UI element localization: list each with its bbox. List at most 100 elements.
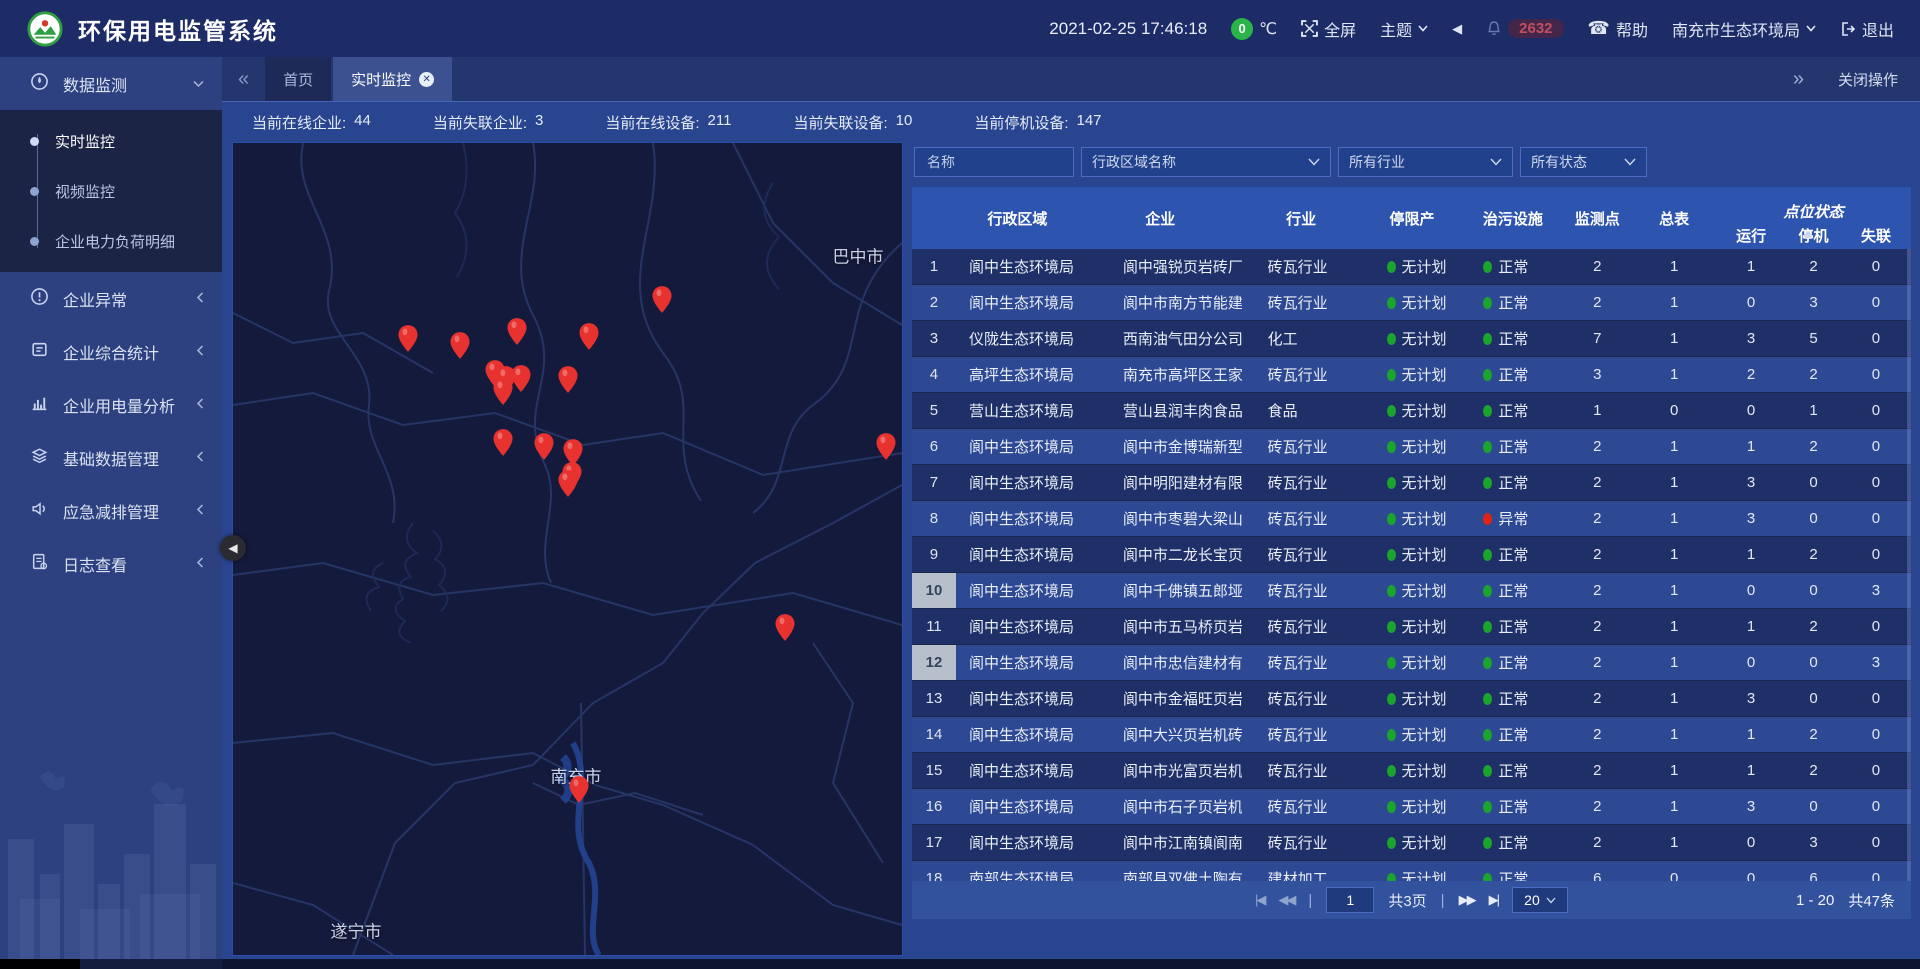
sidebar-subitem-0[interactable]: 实时监控 [0, 116, 222, 166]
map-marker-pin-icon[interactable] [493, 377, 514, 411]
scrollbar[interactable] [1907, 249, 1911, 881]
points-cell: 2 [1562, 285, 1632, 320]
industry-filter-select[interactable]: 所有行业 [1338, 147, 1513, 177]
sidebar-item-5[interactable]: 应急减排管理 [0, 484, 222, 537]
points-cell: 1 [1562, 393, 1632, 428]
map-marker-pin-icon[interactable] [534, 432, 555, 466]
sidebar-nav: 数据监测实时监控视频监控企业电力负荷明细企业异常企业综合统计企业用电量分析基础数… [0, 57, 222, 969]
sidebar-item-4[interactable]: 基础数据管理 [0, 431, 222, 484]
sidebar-item-label: 应急减排管理 [63, 499, 182, 523]
table-row[interactable]: 4高坪生态环境局南充市高坪区王家店建砖瓦行业无计划正常31220 [912, 357, 1911, 393]
stop-count-cell: 2 [1786, 429, 1841, 464]
points-cell: 2 [1562, 681, 1632, 716]
status-dot-icon [1387, 801, 1396, 813]
tabs-scroll-left-button[interactable]: « [222, 57, 265, 101]
status-dot-icon [1483, 693, 1492, 705]
map-marker-pin-icon[interactable] [493, 428, 514, 462]
table-row[interactable]: 6阆中生态环境局阆中市金博瑞新型墙材砖瓦行业无计划正常21120 [912, 429, 1911, 465]
name-search-input[interactable] [925, 153, 1063, 171]
last-page-button[interactable]: ▶| [1489, 892, 1498, 908]
table-row[interactable]: 13阆中生态环境局阆中市金福旺页岩机砖砖瓦行业无计划正常21300 [912, 681, 1911, 717]
table-row[interactable]: 1阆中生态环境局阆中强锐页岩砖厂砖瓦行业无计划正常21120 [912, 249, 1911, 285]
table-row[interactable]: 3仪陇生态环境局西南油气田分公司川中化工无计划正常71350 [912, 321, 1911, 357]
map-marker-pin-icon[interactable] [569, 775, 590, 809]
prev-page-button[interactable]: ◀◀ [1278, 892, 1294, 908]
notifications-widget[interactable]: 2632 [1486, 19, 1563, 38]
page-number-input[interactable]: 1 [1326, 887, 1374, 913]
sidebar-item-3[interactable]: 企业用电量分析 [0, 378, 222, 431]
lost-count-cell: 0 [1841, 861, 1911, 881]
plan-status-cell: 无计划 [1361, 753, 1464, 788]
sidebar-item-2[interactable]: 企业综合统计 [0, 325, 222, 378]
row-index-cell: 15 [912, 753, 956, 788]
tab-close-icon[interactable]: ✕ [419, 72, 434, 87]
table-row[interactable]: 16阆中生态环境局阆中市石子页岩机砖厂砖瓦行业无计划正常21300 [912, 789, 1911, 825]
map-collapse-button[interactable]: ◀ [220, 535, 246, 561]
table-row[interactable]: 12阆中生态环境局阆中市忠信建材有限公砖瓦行业无计划正常21003 [912, 645, 1911, 681]
table-row[interactable]: 15阆中生态环境局阆中市光富页岩机砖厂砖瓦行业无计划正常21120 [912, 753, 1911, 789]
table-row[interactable]: 14阆中生态环境局阆中大兴页岩机砖厂砖瓦行业无计划正常21120 [912, 717, 1911, 753]
industry-cell: 建材加工 [1242, 861, 1361, 881]
logout-button[interactable]: 退出 [1840, 17, 1894, 41]
table-row[interactable]: 10阆中生态环境局阆中千佛镇五郎垭页岩砖瓦行业无计划正常21003 [912, 573, 1911, 609]
table-row[interactable]: 8阆中生态环境局阆中市枣碧大梁山页岩砖瓦行业无计划异常21300 [912, 501, 1911, 537]
map-marker-pin-icon[interactable] [450, 331, 471, 365]
first-page-button[interactable]: |◀ [1255, 892, 1264, 908]
theme-dropdown[interactable]: 主题 [1380, 17, 1428, 41]
page-size-select[interactable]: 20 [1512, 887, 1568, 913]
map-marker-pin-icon[interactable] [876, 432, 897, 466]
company-cell: 西南油气田分公司川中 [1079, 321, 1242, 356]
map-panel[interactable]: 巴中市南充市遂宁市 ◀ [232, 142, 903, 956]
run-count-cell: 0 [1716, 825, 1786, 860]
sidebar-subitem-2[interactable]: 企业电力负荷明细 [0, 216, 222, 266]
industry-cell: 砖瓦行业 [1242, 609, 1361, 644]
map-marker-pin-icon[interactable] [507, 317, 528, 351]
region-filter-value: 行政区域名称 [1092, 152, 1176, 172]
table-row[interactable]: 5营山生态环境局营山县润丰肉食品有限食品无计划正常10010 [912, 393, 1911, 429]
double-chevron-right-icon[interactable]: » [1793, 68, 1804, 91]
status-dot-icon [1483, 801, 1492, 813]
table-row[interactable]: 17阆中生态环境局阆中市江南镇阆南页岩砖瓦行业无计划正常21030 [912, 825, 1911, 861]
region-cell: 阆中生态环境局 [956, 249, 1079, 284]
mute-button[interactable]: ◀ [1452, 21, 1462, 37]
map-marker-pin-icon[interactable] [775, 613, 796, 647]
lost-count-cell: 0 [1841, 321, 1911, 356]
points-cell: 2 [1562, 249, 1632, 284]
table-row[interactable]: 2阆中生态环境局阆中市南方节能建材有砖瓦行业无计划正常21030 [912, 285, 1911, 321]
map-marker-pin-icon[interactable] [579, 322, 600, 356]
sidebar-item-label: 数据监测 [63, 72, 179, 96]
table-row[interactable]: 18南部生态环境局南部县双佛土陶有限公建材加工无计划正常60060 [912, 861, 1911, 881]
region-filter-select[interactable]: 行政区域名称 [1081, 147, 1331, 177]
name-filter[interactable] [914, 147, 1074, 177]
sidebar-item-6[interactable]: 日志查看 [0, 537, 222, 590]
user-dropdown[interactable]: 南充市生态环境局 [1672, 17, 1816, 41]
plan-status-cell: 无计划 [1361, 429, 1464, 464]
map-marker-pin-icon[interactable] [558, 469, 579, 503]
stop-count-cell: 0 [1786, 573, 1841, 608]
table-row[interactable]: 11阆中生态环境局阆中市五马桥页岩机砖砖瓦行业无计划正常21120 [912, 609, 1911, 645]
status-filter-select[interactable]: 所有状态 [1520, 147, 1647, 177]
sidebar-item-1[interactable]: 企业异常 [0, 272, 222, 325]
facility-status-cell: 正常 [1463, 429, 1562, 464]
sidebar-subitem-1[interactable]: 视频监控 [0, 166, 222, 216]
sidebar-item-0[interactable]: 数据监测 [0, 57, 222, 110]
speaker-icon: ◀ [1452, 21, 1462, 37]
chevron-left-icon [196, 502, 204, 520]
help-button[interactable]: ☎ 帮助 [1588, 17, 1648, 41]
map-marker-pin-icon[interactable] [511, 364, 532, 398]
tab-realtime-monitor[interactable]: 实时监控 ✕ [333, 57, 452, 101]
fullscreen-button[interactable]: 全屏 [1301, 17, 1356, 41]
company-cell: 南部县双佛土陶有限公 [1079, 861, 1242, 881]
table-row[interactable]: 9阆中生态环境局阆中市二龙长宝页岩砖砖瓦行业无计划正常21120 [912, 537, 1911, 573]
row-index-cell: 16 [912, 789, 956, 824]
map-marker-pin-icon[interactable] [398, 324, 419, 358]
tab-home[interactable]: 首页 [265, 57, 331, 101]
bullet-dot-icon [30, 187, 39, 196]
map-marker-pin-icon[interactable] [558, 365, 579, 399]
map-marker-pin-icon[interactable] [652, 285, 673, 319]
table-row[interactable]: 7阆中生态环境局阆中明阳建材有限公司砖瓦行业无计划正常21300 [912, 465, 1911, 501]
status-dot-icon [1387, 369, 1396, 381]
plan-status-label: 无计划 [1402, 832, 1447, 853]
next-page-button[interactable]: ▶▶ [1459, 892, 1475, 908]
close-operations-button[interactable]: 关闭操作 [1838, 69, 1898, 90]
